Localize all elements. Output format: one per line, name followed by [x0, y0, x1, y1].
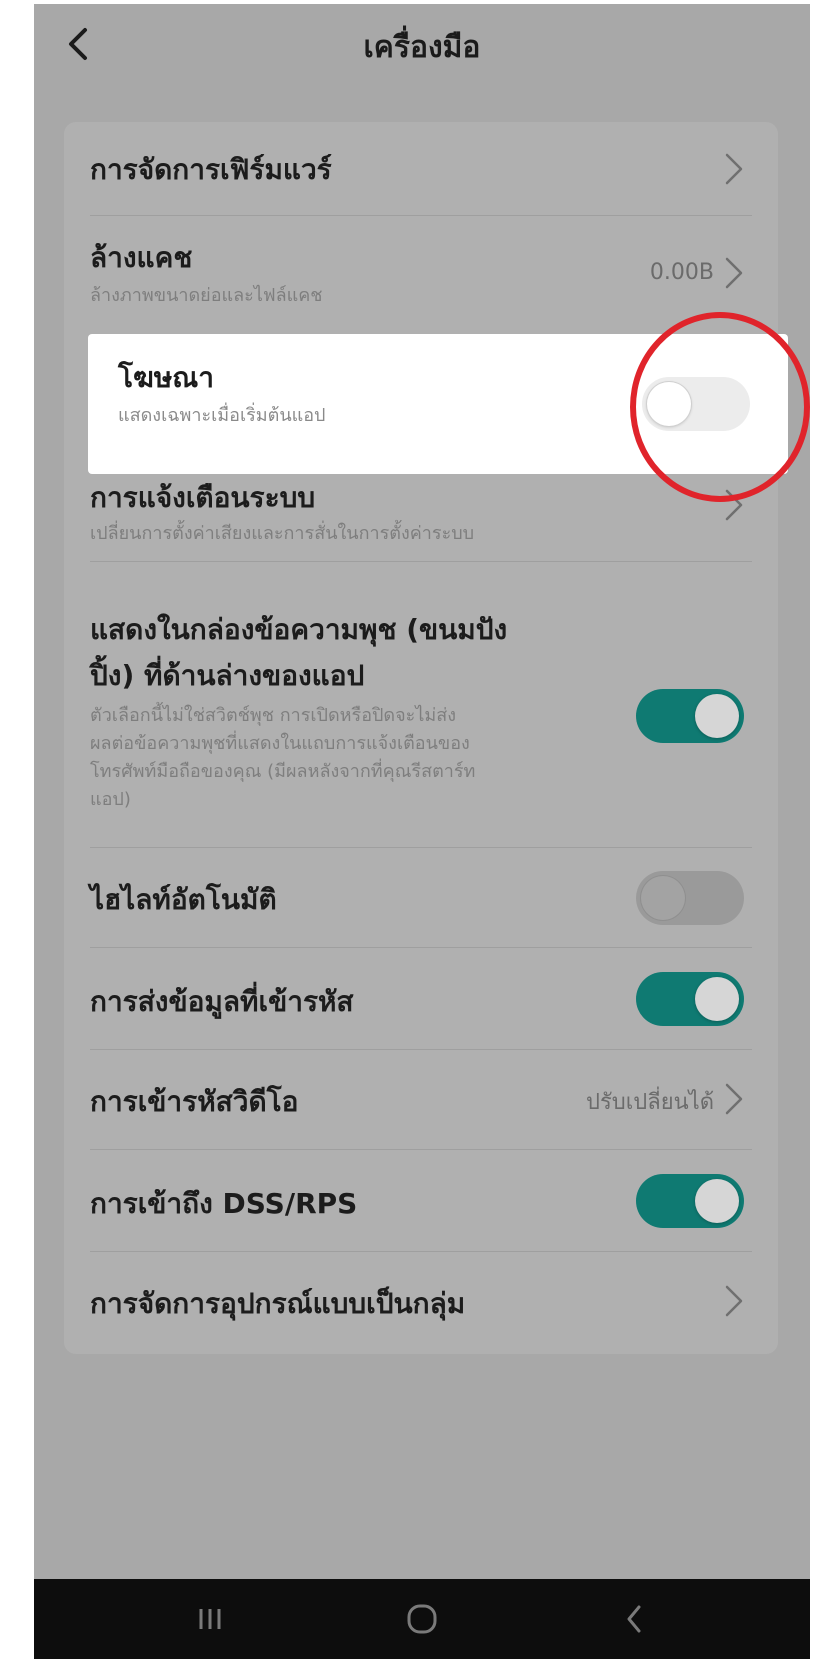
chevron-right-icon [725, 1285, 743, 1317]
video-encoding-label: การเข้ารหัสวิดีโอ [90, 1085, 299, 1118]
ads-toggle[interactable] [642, 377, 750, 431]
group-device-management-row[interactable]: การจัดการอุปกรณ์แบบเป็นกลุ่ม [64, 1252, 778, 1352]
recents-button[interactable] [170, 1591, 250, 1647]
cache-size-value: 0.00B [649, 260, 714, 285]
firmware-management-row[interactable]: การจัดการเฟิร์มแวร์ [64, 122, 778, 216]
toggle-knob [695, 1179, 739, 1223]
chevron-right-icon [725, 153, 743, 185]
toggle-knob [695, 977, 739, 1021]
top-bar: เครื่องมือ [34, 4, 810, 94]
push-inbox-toggle[interactable] [636, 689, 744, 743]
encrypted-transfer-row: การส่งข้อมูลที่เข้ารหัส [64, 948, 778, 1050]
firmware-management-label: การจัดการเฟิร์มแวร์ [90, 153, 332, 186]
push-inbox-description-line2: ผลต่อข้อความพุชที่แสดงในแถบการแจ้งเตือนข… [90, 733, 470, 754]
home-button[interactable] [382, 1591, 462, 1647]
clear-cache-row[interactable]: ล้างแคช ล้างภาพขนาดย่อและไฟล์แคช 0.00B [64, 216, 778, 334]
group-device-management-label: การจัดการอุปกรณ์แบบเป็นกลุ่ม [90, 1287, 466, 1320]
dss-rps-label: การเข้าถึง DSS/RPS [90, 1187, 358, 1220]
chevron-right-icon [725, 257, 743, 289]
toggle-knob [647, 382, 691, 426]
chevron-right-icon [725, 489, 743, 521]
encrypted-transfer-label: การส่งข้อมูลที่เข้ารหัส [90, 985, 354, 1018]
system-navigation-bar [34, 1579, 810, 1659]
video-encoding-value: ปรับเปลี่ยนได้ [586, 1090, 714, 1115]
system-back-button[interactable] [594, 1591, 674, 1647]
auto-highlight-label: ไฮไลท์อัตโนมัติ [90, 883, 277, 916]
auto-highlight-toggle[interactable] [636, 871, 744, 925]
page-title: เครื่องมือ [363, 30, 481, 65]
push-inbox-row: แสดงในกล่องข้อความพุช (ขนมปัง ปิ้ง) ที่ด… [64, 562, 778, 848]
push-inbox-label-line1: แสดงในกล่องข้อความพุช (ขนมปัง [90, 613, 508, 646]
back-icon [627, 1605, 641, 1633]
auto-highlight-row: ไฮไลท์อัตโนมัติ [64, 848, 778, 948]
toggle-knob [641, 876, 685, 920]
system-notification-description: เปลี่ยนการตั้งค่าเสียงและการสั่นในการตั้… [90, 523, 475, 544]
clear-cache-label: ล้างแคช [90, 241, 193, 274]
push-inbox-description-line1: ตัวเลือกนี้ไม่ใช่สวิตช์พุช การเปิดหรือปิ… [90, 705, 457, 726]
ads-description: แสดงเฉพาะเมื่อเริ่มต้นแอป [118, 405, 326, 426]
dss-rps-row: การเข้าถึง DSS/RPS [64, 1150, 778, 1252]
toggle-knob [695, 694, 739, 738]
system-notification-row[interactable]: การแจ้งเตือนระบบ เปลี่ยนการตั้งค่าเสียงแ… [64, 474, 778, 562]
push-inbox-description-line3: โทรศัพท์มือถือของคุณ (มีผลหลังจากที่คุณร… [90, 761, 476, 782]
clear-cache-description: ล้างภาพขนาดย่อและไฟล์แคช [90, 285, 323, 306]
dss-rps-toggle[interactable] [636, 1174, 744, 1228]
phone-screen: เครื่องมือ การจัดการเฟิร์มแวร์ ล้างแคช ล… [34, 4, 810, 1659]
ads-label: โฆษณา [118, 361, 214, 394]
encrypted-transfer-toggle[interactable] [636, 972, 744, 1026]
recents-icon [199, 1609, 221, 1629]
push-inbox-description-line4: แอป) [90, 789, 131, 810]
push-inbox-label-line2: ปิ้ง) ที่ด้านล่างของแอป [90, 659, 365, 692]
chevron-right-icon [725, 1083, 743, 1115]
system-notification-label: การแจ้งเตือนระบบ [90, 481, 316, 514]
video-encoding-row[interactable]: การเข้ารหัสวิดีโอ ปรับเปลี่ยนได้ [64, 1050, 778, 1150]
home-icon [407, 1604, 437, 1634]
ads-row[interactable]: โฆษณา แสดงเฉพาะเมื่อเริ่มต้นแอป [88, 334, 788, 474]
